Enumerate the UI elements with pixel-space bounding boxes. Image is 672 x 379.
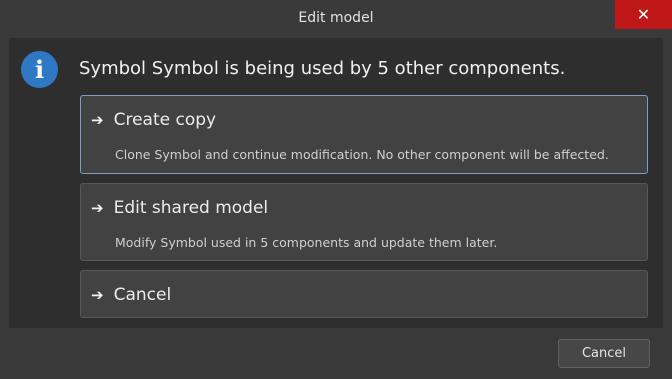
close-icon: ✕ xyxy=(636,5,651,24)
dialog-content: i Symbol Symbol is being used by 5 other… xyxy=(9,38,663,328)
option-title: Edit shared model xyxy=(113,198,269,218)
option-cancel[interactable]: ➔ Cancel xyxy=(80,270,648,318)
option-title: Create copy xyxy=(113,110,217,130)
option-description: Modify Symbol used in 5 components and u… xyxy=(115,235,498,250)
option-create-copy[interactable]: ➔ Create copy Clone Symbol and continue … xyxy=(80,95,648,174)
close-button[interactable]: ✕ xyxy=(615,0,672,29)
dialog-title: Edit model xyxy=(298,10,374,26)
info-message: Symbol Symbol is being used by 5 other c… xyxy=(79,58,566,79)
arrow-right-icon: ➔ xyxy=(91,286,104,304)
arrow-right-icon: ➔ xyxy=(91,199,104,217)
title-bar: Edit model ✕ xyxy=(0,0,672,38)
edit-model-dialog: Edit model ✕ i Symbol Symbol is being us… xyxy=(0,0,672,379)
option-title: Cancel xyxy=(113,285,172,305)
arrow-right-icon: ➔ xyxy=(91,111,104,129)
cancel-button[interactable]: Cancel xyxy=(558,339,650,368)
option-edit-shared-model[interactable]: ➔ Edit shared model Modify Symbol used i… xyxy=(80,183,648,261)
info-icon: i xyxy=(21,51,58,88)
option-description: Clone Symbol and continue modification. … xyxy=(115,147,609,162)
